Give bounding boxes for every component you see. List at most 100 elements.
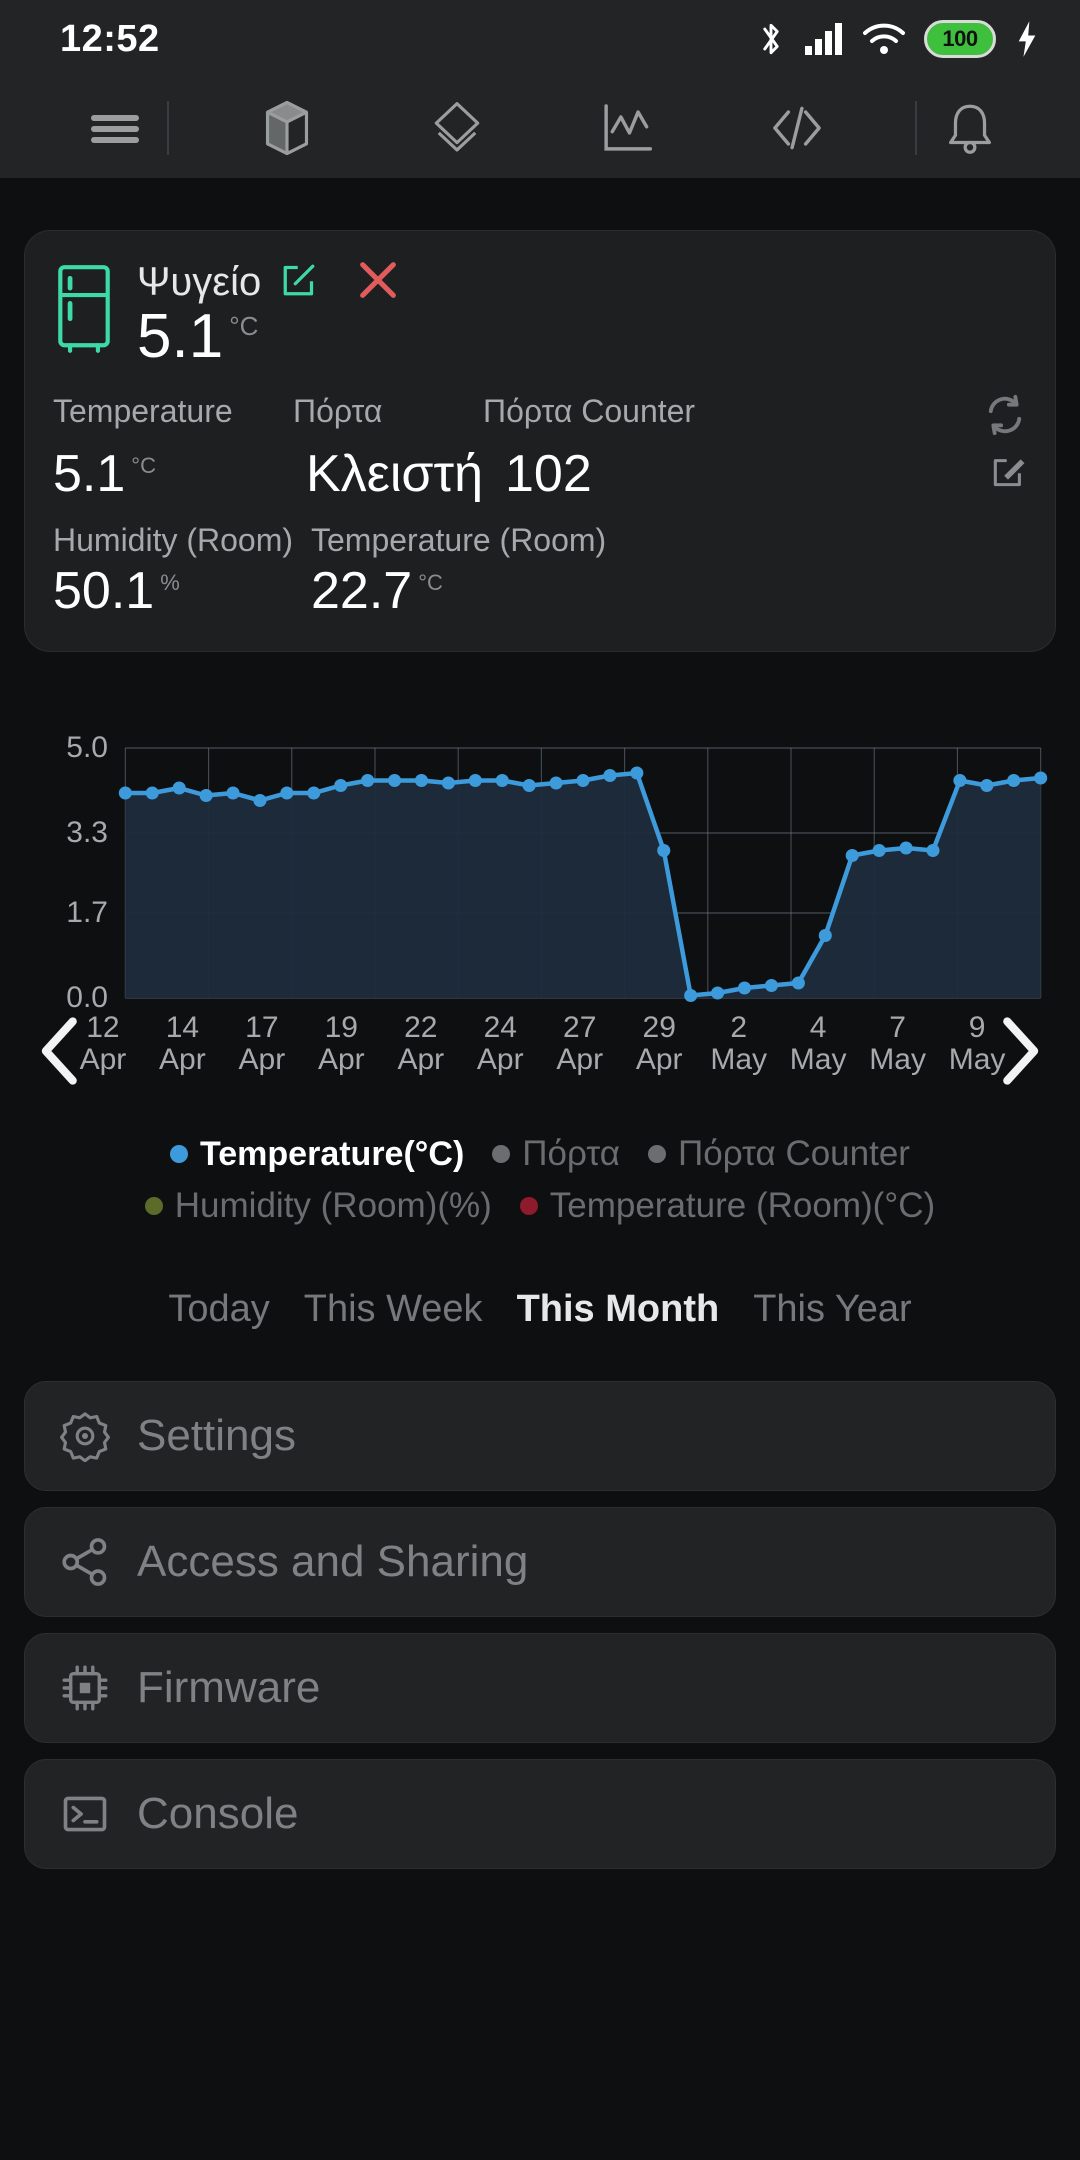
action-label: Settings (137, 1411, 296, 1461)
legend-item[interactable]: Humidity (Room)(%) (144, 1186, 492, 1226)
layers-icon[interactable] (404, 78, 509, 178)
action-firmware[interactable]: Firmware (24, 1633, 1056, 1744)
chart-data-point (468, 774, 482, 788)
metric-label-porta: Πόρτα (293, 393, 383, 430)
metric-value-humidity-number: 50.1 (53, 562, 155, 621)
x-tick-label: 29 Apr (635, 1011, 683, 1077)
code-icon[interactable] (745, 78, 850, 178)
chart-legend: Temperature(°C) Πόρτα Πόρτα Counter Humidi… (24, 1134, 1056, 1226)
chart-x-tick-labels: 12 Apr 14 Apr 17 Apr 19 Apr 22 Apr 24 Apr 27 Apr 29 Apr… (80, 1011, 1006, 1090)
x-tick-day: 7 (889, 1011, 906, 1045)
app-toolbar (0, 78, 1080, 178)
legend-dot-icon (492, 1145, 511, 1164)
chart-data-point (1007, 774, 1021, 788)
x-tick-month: Apr (159, 1043, 206, 1077)
x-tick-label: 22 Apr (397, 1011, 445, 1077)
chart-data-point (253, 794, 267, 808)
chart-block: 0.0 1.7 3.3 5.0 12 Apr 14 Apr 17 Apr 19 Apr 22 Apr 24… (24, 731, 1056, 1090)
terminal-icon (59, 1788, 111, 1840)
chart-data-point (630, 766, 644, 780)
chart-data-point (657, 844, 671, 858)
x-tick-day: 22 (404, 1011, 438, 1045)
chart-data-point (603, 769, 617, 783)
legend-row-1: Temperature(°C) Πόρτα Πόρτα Counter (24, 1134, 1056, 1174)
counter-edit-icon[interactable] (989, 453, 1027, 496)
app-screen: 12:52 100 Ψυγείο 5.1 °C Temperature Πόρτ… (0, 0, 1080, 2160)
x-tick-label: 9 May (948, 1011, 1006, 1077)
legend-label: Humidity (Room)(%) (174, 1186, 492, 1226)
edit-square-icon[interactable] (279, 260, 319, 305)
share-nodes-icon (59, 1536, 111, 1588)
x-tick-month: May (948, 1043, 1006, 1077)
x-tick-month: Apr (79, 1043, 127, 1077)
metric-unit-temp-room: °C (418, 569, 443, 595)
legend-item[interactable]: Temperature (Room)(°C) (519, 1186, 936, 1226)
device-metrics: Temperature Πόρτα Πόρτα Counter 5.1 °C Κ… (53, 393, 1027, 504)
primary-value-number: 5.1 (137, 302, 224, 371)
metric-value-temperature-room: 22.7 °C (311, 561, 1027, 621)
time-range-this-week[interactable]: This Week (304, 1288, 483, 1331)
primary-value-unit: °C (229, 311, 259, 342)
action-access-and-sharing[interactable]: Access and Sharing (24, 1507, 1056, 1618)
legend-dot-icon (519, 1197, 538, 1216)
x-tick-month: Apr (635, 1043, 683, 1077)
legend-label: Temperature(°C) (200, 1134, 465, 1173)
gear-icon (59, 1410, 111, 1463)
chart-data-point (307, 786, 321, 800)
device-metrics-2: Humidity (Room) Temperature (Room) 50.1%… (53, 522, 1027, 621)
metric-label-temperature: Temperature (53, 393, 233, 430)
chart-icon[interactable] (575, 78, 680, 178)
chart-data-point (899, 841, 913, 855)
time-range-this-year[interactable]: This Year (753, 1288, 911, 1331)
metrics-row1-labels: Temperature Πόρτα Πόρτα Counter (53, 393, 1027, 442)
x-tick-month: Apr (238, 1043, 286, 1077)
metric-value-temp-room-number: 22.7 (311, 562, 413, 621)
metric-label-humidity-room: Humidity (Room) (53, 522, 294, 559)
status-bar: 12:52 100 (0, 0, 1080, 78)
x-tick-label: 27 Apr (556, 1011, 604, 1077)
chart-data-point (441, 776, 455, 790)
device-card: Ψυγείο 5.1 °C Temperature Πόρτα Πόρτα Co… (24, 230, 1056, 653)
charging-bolt-icon (1014, 20, 1040, 58)
chart-data-point (414, 774, 429, 788)
legend-item[interactable]: Temperature(°C) (170, 1135, 464, 1174)
toolbar-divider (167, 101, 169, 155)
x-tick-month: May (789, 1043, 847, 1077)
legend-label: Temperature (Room)(°C) (549, 1186, 936, 1226)
time-range-today[interactable]: Today (168, 1288, 269, 1331)
chart-data-point (172, 781, 186, 795)
metric-unit-humidity: % (160, 569, 180, 595)
device-card-header: Ψυγείο 5.1 °C (53, 257, 1027, 369)
close-x-icon[interactable] (355, 257, 401, 308)
bell-icon[interactable] (917, 78, 1022, 178)
legend-label: Πόρτα (522, 1134, 620, 1174)
refresh-icon[interactable] (983, 393, 1027, 442)
metric-label-porta-counter: Πόρτα Counter (483, 393, 696, 430)
metric-value-temperature: 5.1 °C (53, 444, 293, 504)
time-range-this-month[interactable]: This Month (517, 1288, 720, 1331)
x-tick-label: 14 Apr (159, 1011, 206, 1077)
x-tick-day: 9 (968, 1011, 986, 1045)
menu-icon[interactable] (62, 78, 167, 178)
battery-level: 100 (942, 26, 978, 51)
chart-data-point (388, 774, 402, 788)
legend-item[interactable]: Πόρτα (492, 1134, 620, 1174)
x-tick-label: 12 Apr (79, 1011, 127, 1077)
action-console[interactable]: Console (24, 1759, 1056, 1870)
action-settings[interactable]: Settings (24, 1381, 1056, 1492)
chart-data-point (872, 844, 886, 858)
x-tick-month: Apr (317, 1043, 365, 1077)
chart-data-point (791, 976, 805, 990)
chart-data-point (280, 786, 294, 800)
x-tick-label: 7 May (869, 1011, 926, 1077)
legend-item[interactable]: Πόρτα Counter (648, 1134, 910, 1174)
chart-data-point (711, 986, 725, 1000)
x-tick-day: 27 (563, 1011, 597, 1045)
action-label: Access and Sharing (137, 1537, 529, 1587)
x-tick-month: Apr (397, 1043, 445, 1077)
action-label: Console (137, 1789, 299, 1839)
legend-label: Πόρτα Counter (678, 1134, 910, 1174)
refrigerator-icon (53, 263, 115, 360)
device-cube-icon[interactable] (234, 78, 339, 178)
x-tick-month: Apr (556, 1043, 604, 1077)
